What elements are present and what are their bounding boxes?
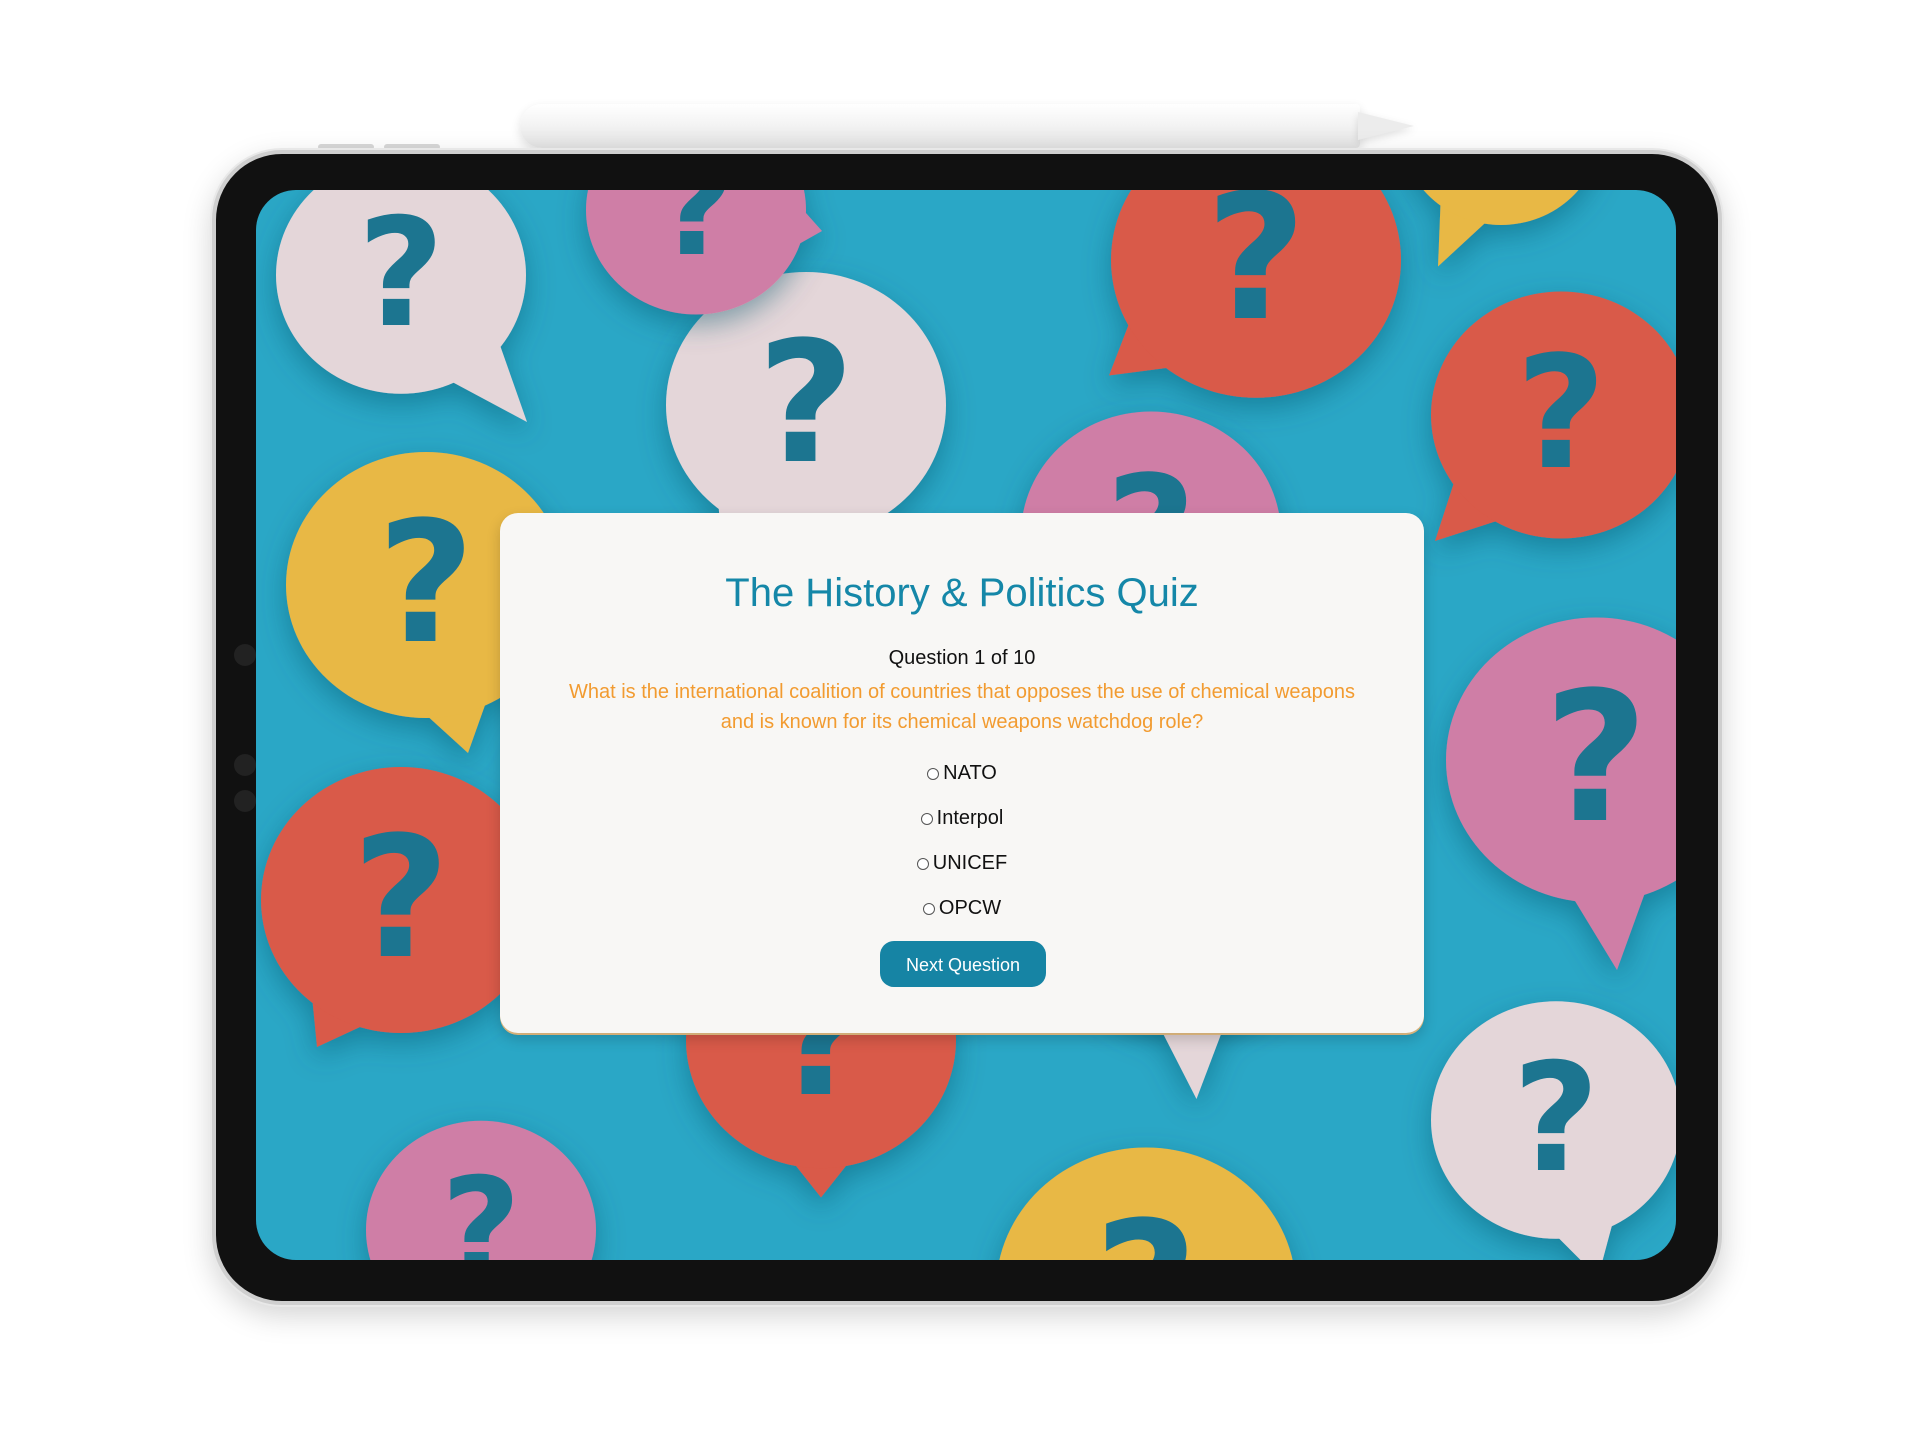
question-bubble-icon: ? xyxy=(261,767,541,1047)
svg-text:?: ? xyxy=(352,800,449,996)
quiz-title: The History & Politics Quiz xyxy=(725,571,1199,615)
tablet-screen: ??????????????? The History & Politics Q… xyxy=(256,190,1676,1260)
question-bubble-icon: ? xyxy=(1431,291,1676,541)
option-label: UNICEF xyxy=(932,852,1008,874)
svg-text:?: ? xyxy=(1094,1184,1198,1260)
svg-text:?: ? xyxy=(377,485,474,681)
question-bubble-icon: ? xyxy=(1423,190,1579,267)
sensor-icon xyxy=(234,790,256,812)
option-interpol[interactable]: Interpol xyxy=(500,796,1424,841)
option-nato[interactable]: NATO xyxy=(500,751,1424,796)
svg-text:?: ? xyxy=(757,305,854,501)
svg-text:?: ? xyxy=(658,190,735,286)
question-bubble-icon: ? xyxy=(1446,617,1676,970)
answer-options: NATO Interpol UNICEF OPCW xyxy=(500,751,1424,931)
svg-text:?: ? xyxy=(1516,322,1607,504)
question-bubble-icon: ? xyxy=(276,190,527,422)
next-question-button[interactable]: Next Question xyxy=(880,941,1046,987)
apple-pencil xyxy=(520,104,1360,148)
radio-icon[interactable] xyxy=(920,812,933,825)
option-label: NATO xyxy=(943,762,997,784)
question-bubble-icon: ? xyxy=(999,1147,1293,1260)
option-opcw[interactable]: OPCW xyxy=(500,886,1424,931)
radio-icon[interactable] xyxy=(916,857,929,870)
question-text: What is the international coalition of c… xyxy=(568,681,1355,733)
question-counter: Question 1 of 10 xyxy=(888,647,1036,669)
question-bubble-icon: ? xyxy=(366,1120,596,1260)
sensor-icon xyxy=(234,754,256,776)
option-label: OPCW xyxy=(938,897,1002,919)
quiz-card: The History & Politics Quiz Question 1 o… xyxy=(500,513,1424,1033)
svg-text:?: ? xyxy=(357,190,444,361)
svg-text:?: ? xyxy=(1466,190,1536,199)
question-bubble-icon: ? xyxy=(1109,190,1401,398)
svg-text:?: ? xyxy=(1544,654,1648,863)
svg-text:?: ? xyxy=(441,1148,521,1260)
camera-icon xyxy=(234,644,256,666)
svg-text:?: ? xyxy=(1206,190,1307,360)
question-bubble-icon: ? xyxy=(1431,1001,1676,1260)
radio-icon[interactable] xyxy=(922,902,935,915)
apple-pencil-tip xyxy=(1358,112,1414,140)
radio-icon[interactable] xyxy=(927,767,940,780)
svg-text:?: ? xyxy=(1512,1032,1599,1206)
option-label: Interpol xyxy=(936,807,1004,829)
option-unicef[interactable]: UNICEF xyxy=(500,841,1424,886)
